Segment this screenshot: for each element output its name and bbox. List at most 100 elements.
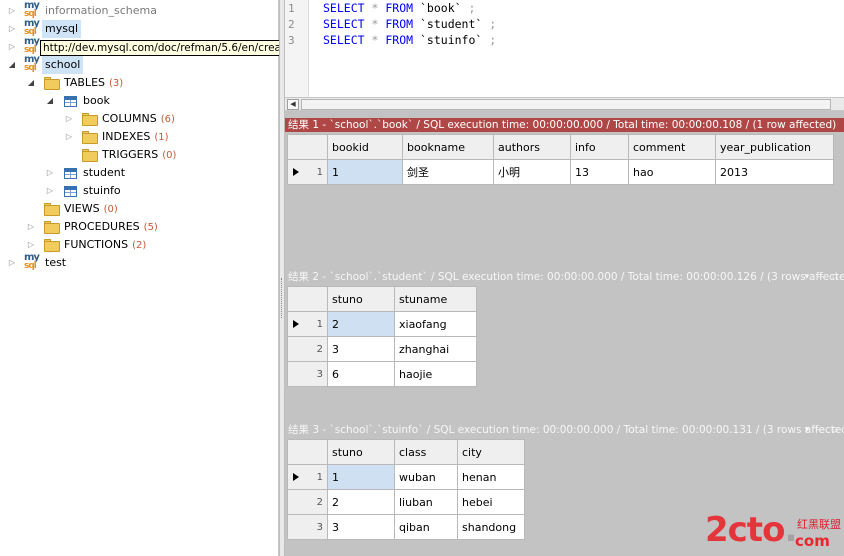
database-icon: my sql — [24, 18, 40, 37]
grid-corner[interactable] — [287, 134, 328, 160]
expand-arrow-icon[interactable]: ▷ — [45, 164, 55, 182]
row-header[interactable]: 2 — [287, 336, 328, 362]
table-row[interactable]: 1 2 xiaofang — [287, 311, 477, 337]
table-row[interactable]: 1 1 剑圣 小明 13 hao 2013 — [287, 159, 834, 185]
tree-folder-functions[interactable]: ▷ FUNCTIONS (2) — [0, 236, 270, 254]
grid-cell[interactable]: xiaofang — [394, 311, 477, 337]
column-header[interactable]: stuno — [327, 439, 395, 465]
tree-folder-columns[interactable]: ▷ COLUMNS (6) — [0, 110, 270, 128]
grid-cell[interactable]: 3 — [327, 514, 395, 540]
tree-folder-count: (5) — [143, 222, 158, 233]
expand-arrow-icon[interactable]: ▷ — [64, 128, 74, 146]
column-header[interactable]: authors — [493, 134, 571, 160]
grid-cell[interactable]: 2 — [327, 311, 395, 337]
grid-cell[interactable]: liuban — [394, 489, 458, 515]
code-line[interactable]: SELECT * FROM `stuinfo` ; — [323, 33, 496, 47]
expand-arrow-icon[interactable]: ▷ — [7, 254, 17, 272]
table-row[interactable]: 2 3 zhanghai — [287, 336, 477, 362]
tree-folder-tables[interactable]: ◢ TABLES (3) — [0, 74, 270, 92]
grid-cell[interactable]: wuban — [394, 464, 458, 490]
tree-table-stuinfo[interactable]: ▷ stuinfo — [0, 182, 270, 200]
row-header[interactable]: 1 — [287, 311, 328, 337]
row-header[interactable]: 2 — [287, 489, 328, 515]
tree-db-information-schema[interactable]: ▷ my sql information_schema — [0, 0, 270, 20]
grid-cell[interactable]: 2 — [327, 489, 395, 515]
expand-arrow-icon[interactable]: ▷ — [45, 182, 55, 200]
tree-db-mysql[interactable]: ▷ my sql mysql — [0, 18, 270, 38]
grid-cell[interactable]: hao — [628, 159, 716, 185]
grid-cell[interactable]: 3 — [327, 336, 395, 362]
panel-controls-icon[interactable]: ▾ — ▫ — [805, 270, 840, 284]
row-header[interactable]: 3 — [287, 361, 328, 387]
grid-corner[interactable] — [287, 439, 328, 465]
expand-arrow-icon[interactable]: ▷ — [7, 20, 17, 38]
column-header[interactable]: class — [394, 439, 458, 465]
collapse-arrow-icon[interactable]: ◢ — [45, 92, 55, 110]
table-row[interactable]: 3 6 haojie — [287, 361, 477, 387]
column-header[interactable]: stuname — [394, 286, 477, 312]
grid-cell[interactable]: 2013 — [715, 159, 834, 185]
result-2-header[interactable]: 结果 2 - `school`.`student` / SQL executio… — [285, 270, 844, 284]
expand-arrow-icon[interactable]: ▷ — [26, 218, 36, 236]
result-3-grid[interactable]: stuno class city 1 1 wuban henan 2 2 liu… — [287, 439, 525, 540]
grid-cell[interactable]: zhanghai — [394, 336, 477, 362]
scroll-left-arrow-icon[interactable]: ◀ — [287, 99, 299, 110]
tree-folder-indexes[interactable]: ▷ INDEXES (1) — [0, 128, 270, 146]
panel-controls-icon[interactable]: ▾ — ▫ — [805, 423, 840, 437]
folder-icon — [44, 221, 61, 234]
column-header[interactable]: stuno — [327, 286, 395, 312]
collapse-arrow-icon[interactable]: ◢ — [7, 56, 17, 74]
scrollbar-thumb[interactable] — [301, 99, 831, 110]
grid-cell[interactable]: henan — [457, 464, 525, 490]
result-1-grid[interactable]: bookid bookname authors info comment yea… — [287, 134, 834, 185]
grid-cell[interactable]: hebei — [457, 489, 525, 515]
grid-cell[interactable]: shandong — [457, 514, 525, 540]
grid-corner[interactable] — [287, 286, 328, 312]
line-number: 3 — [288, 34, 295, 47]
expand-arrow-icon[interactable]: ▷ — [64, 110, 74, 128]
database-icon: my sql — [24, 36, 40, 55]
tree-folder-label: PROCEDURES — [64, 220, 140, 233]
column-header[interactable]: comment — [628, 134, 716, 160]
grid-cell[interactable]: 小明 — [493, 159, 571, 185]
column-header[interactable]: bookid — [327, 134, 403, 160]
editor-horizontal-scrollbar[interactable]: ◀ — [285, 97, 844, 111]
grid-cell[interactable]: 6 — [327, 361, 395, 387]
tree-folder-views[interactable]: VIEWS (0) — [0, 200, 270, 218]
tree-db-school[interactable]: ◢ my sql school — [0, 54, 270, 74]
column-header[interactable]: year_publication — [715, 134, 834, 160]
row-header[interactable]: 1 — [287, 464, 328, 490]
result-3-header[interactable]: 结果 3 - `school`.`stuinfo` / SQL executio… — [285, 423, 844, 437]
result-1-header[interactable]: 结果 1 - `school`.`book` / SQL execution t… — [285, 118, 844, 132]
collapse-arrow-icon[interactable]: ◢ — [26, 74, 36, 92]
tree-folder-count: (0) — [103, 204, 118, 215]
expand-arrow-icon[interactable]: ▷ — [7, 2, 17, 20]
tree-db-test[interactable]: ▷ my sql test — [0, 252, 270, 272]
row-header[interactable]: 1 — [287, 159, 328, 185]
code-line[interactable]: SELECT * FROM `student` ; — [323, 17, 496, 31]
row-header[interactable]: 3 — [287, 514, 328, 540]
column-header[interactable]: city — [457, 439, 525, 465]
column-header[interactable]: info — [570, 134, 629, 160]
code-line[interactable]: SELECT * FROM `book` ; — [323, 1, 475, 15]
grid-cell[interactable]: 剑圣 — [402, 159, 494, 185]
grid-cell[interactable]: qiban — [394, 514, 458, 540]
grid-cell[interactable]: 1 — [327, 159, 403, 185]
splitter-grip[interactable] — [281, 278, 283, 318]
table-row[interactable]: 3 3 qiban shandong — [287, 514, 525, 540]
sql-editor[interactable]: 1 2 3 SELECT * FROM `book` ; SELECT * FR… — [285, 0, 844, 97]
tree-table-student[interactable]: ▷ student — [0, 164, 270, 182]
tree-folder-label: TABLES — [64, 76, 105, 89]
tree-folder-triggers[interactable]: TRIGGERS (0) — [0, 146, 270, 164]
grid-cell[interactable]: haojie — [394, 361, 477, 387]
grid-cell[interactable]: 13 — [570, 159, 629, 185]
table-row[interactable]: 2 2 liuban hebei — [287, 489, 525, 515]
result-2-grid[interactable]: stuno stuname 1 2 xiaofang 2 3 zhanghai … — [287, 286, 477, 387]
table-icon — [64, 186, 77, 197]
grid-cell[interactable]: 1 — [327, 464, 395, 490]
tree-table-book[interactable]: ◢ book — [0, 92, 270, 110]
expand-arrow-icon[interactable]: ▷ — [7, 38, 17, 56]
column-header[interactable]: bookname — [402, 134, 494, 160]
table-row[interactable]: 1 1 wuban henan — [287, 464, 525, 490]
tree-folder-procedures[interactable]: ▷ PROCEDURES (5) — [0, 218, 270, 236]
